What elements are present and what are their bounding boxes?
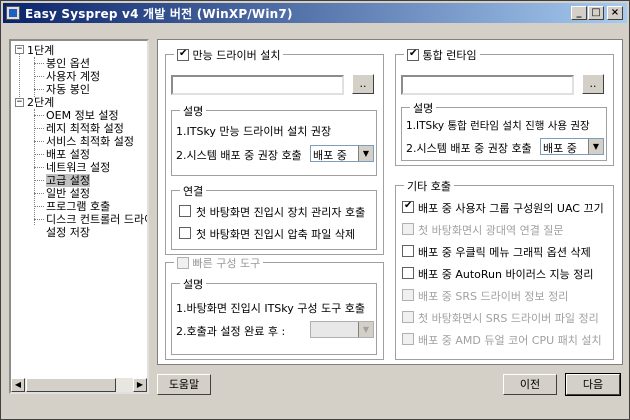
- maximize-button[interactable]: □: [588, 6, 604, 20]
- tree-item-registry-optimization[interactable]: 레지 최적화 설정: [46, 122, 124, 135]
- tree-item-auto-seal[interactable]: 자동 봉인: [46, 83, 90, 96]
- driver-path-input[interactable]: [171, 75, 344, 95]
- driver-description-line2: 2.시스템 배포 중 권장 호출: [176, 149, 302, 162]
- runtime-description-line1: 1.ITSky 통합 런타임 설치 진행 사용 권장: [406, 120, 590, 132]
- other-calls-title: 기타 호출: [404, 178, 454, 194]
- tree-item-save-settings[interactable]: 설정 저장: [46, 226, 90, 239]
- driver-timing-select[interactable]: 배포 중 ▼: [310, 145, 374, 162]
- runtime-timing-select[interactable]: 배포 중 ▼: [540, 138, 604, 155]
- srs-file-cleanup-label: 첫 바탕화면시 SRS 드라이버 파일 정리: [418, 312, 599, 325]
- chevron-down-icon[interactable]: ▼: [358, 146, 373, 161]
- amd-patch-label: 배포 중 AMD 듀얼 코어 CPU 패치 설치: [418, 334, 602, 347]
- main-window: Easy Sysprep v4 개발 버전 (WinXP/Win7) _ □ ×…: [0, 0, 630, 420]
- broadband-prompt-label: 첫 바탕화면시 광대역 연결 질문: [418, 224, 564, 237]
- quick-description-title: 설명: [180, 276, 207, 292]
- minimize-button[interactable]: _: [571, 6, 587, 20]
- runtime-browse-button[interactable]: ..: [582, 74, 604, 94]
- collapse-stage2-icon[interactable]: −: [15, 98, 24, 107]
- runtime-description-group: 설명 1.ITSky 통합 런타임 설치 진행 사용 권장 2.시스템 배포 중…: [401, 100, 607, 161]
- driver-group: 만능 드라이버 설치 .. 설명 1.ITSky 만능 드라이버 설치 권장 2…: [165, 47, 384, 255]
- quick-description-line1: 1.바탕화면 진입시 ITSky 구성 도구 호출: [176, 302, 365, 315]
- chevron-down-icon[interactable]: ▼: [588, 139, 603, 154]
- help-button[interactable]: 도움말: [157, 374, 211, 395]
- title-bar: Easy Sysprep v4 개발 버전 (WinXP/Win7) _ □ ×: [3, 3, 627, 23]
- next-button[interactable]: 다음: [565, 373, 621, 396]
- tree-horizontal-scrollbar[interactable]: ◀ ▶: [11, 378, 147, 392]
- srs-info-cleanup-checkbox[interactable]: [402, 289, 414, 301]
- other-calls-group: 기타 호출 배포 중 사용자 그룹 구성원의 UAC 끄기 첫 바탕화면시 광대…: [395, 178, 614, 360]
- close-button[interactable]: ×: [607, 6, 623, 20]
- quick-description-line2: 2.호출과 설정 완료 후 :: [176, 325, 286, 338]
- window-title: Easy Sysprep v4 개발 버전 (WinXP/Win7): [25, 7, 293, 21]
- driver-browse-button[interactable]: ..: [352, 74, 374, 94]
- scroll-right-icon[interactable]: ▶: [133, 378, 147, 392]
- tree-item-stage1[interactable]: 1단계: [27, 44, 54, 57]
- autorun-cleanup-checkbox[interactable]: [402, 267, 414, 279]
- main-panel: 만능 드라이버 설치 .. 설명 1.ITSky 만능 드라이버 설치 권장 2…: [157, 39, 623, 365]
- navigation-tree[interactable]: − 1단계 봉인 옵션 사용자 계정 자동 봉인 − 2단계 OEM 정보 설정…: [9, 39, 149, 394]
- tree-item-sealing-options[interactable]: 봉인 옵션: [46, 57, 90, 70]
- quick-config-title: 빠른 구성 도구: [174, 255, 264, 271]
- runtime-description-line2: 2.시스템 배포 중 권장 호출: [406, 142, 532, 155]
- runtime-description-title: 설명: [410, 100, 437, 116]
- runtime-group-title: 통합 런타임: [404, 47, 480, 63]
- runtime-group: 통합 런타임 .. 설명 1.ITSky 통합 런타임 설치 진행 사용 권장 …: [395, 47, 614, 166]
- delete-archive-checkbox[interactable]: [179, 227, 191, 239]
- broadband-prompt-checkbox[interactable]: [402, 223, 414, 235]
- amd-patch-checkbox[interactable]: [402, 333, 414, 345]
- tree-item-service-optimization[interactable]: 서비스 최적화 설정: [46, 135, 134, 148]
- runtime-install-checkbox[interactable]: [407, 48, 419, 61]
- autorun-cleanup-label: 배포 중 AutoRun 바이러스 지능 정리: [418, 268, 594, 281]
- scroll-left-icon[interactable]: ◀: [11, 378, 25, 392]
- tree-item-user-account[interactable]: 사용자 계정: [46, 70, 100, 83]
- driver-group-title: 만능 드라이버 설치: [174, 47, 284, 63]
- disable-uac-label: 배포 중 사용자 그룹 구성원의 UAC 끄기: [418, 202, 604, 215]
- driver-link-title: 연결: [180, 183, 207, 199]
- tree-item-network-settings[interactable]: 네트워크 설정: [46, 161, 110, 174]
- prev-button[interactable]: 이전: [503, 374, 557, 395]
- tree-item-deploy-settings[interactable]: 배포 설정: [46, 148, 90, 161]
- delete-archive-label: 첫 바탕화면 진입시 압축 파일 삭제: [196, 228, 356, 241]
- tree-item-disk-controller-driver[interactable]: 디스크 컨트롤러 드라이버: [46, 213, 147, 226]
- device-manager-checkbox[interactable]: [179, 205, 191, 217]
- tree-item-general-settings[interactable]: 일반 설정: [46, 187, 90, 200]
- driver-install-checkbox[interactable]: [177, 48, 189, 61]
- driver-link-group: 연결 첫 바탕화면 진입시 장치 관리자 호출 첫 바탕화면 진입시 압축 파일…: [171, 183, 377, 250]
- tree-item-stage2[interactable]: 2단계: [27, 96, 54, 109]
- driver-description-title: 설명: [180, 103, 207, 119]
- tree-item-oem-info[interactable]: OEM 정보 설정: [46, 109, 119, 122]
- srs-file-cleanup-checkbox[interactable]: [402, 311, 414, 323]
- app-icon: [6, 6, 20, 20]
- context-menu-cleanup-label: 배포 중 우클릭 메뉴 그래픽 옵션 삭제: [418, 246, 591, 259]
- collapse-stage1-icon[interactable]: −: [15, 45, 24, 54]
- runtime-timing-value: 배포 중: [543, 142, 577, 155]
- driver-install-label: 만능 드라이버 설치: [192, 49, 281, 62]
- tree-item-advanced-settings[interactable]: 고급 설정: [46, 174, 90, 187]
- device-manager-label: 첫 바탕화면 진입시 장치 관리자 호출: [196, 206, 366, 219]
- quick-description-group: 설명 1.바탕화면 진입시 ITSky 구성 도구 호출 2.호출과 설정 완료…: [171, 276, 377, 355]
- disable-uac-checkbox[interactable]: [402, 200, 414, 213]
- runtime-path-input[interactable]: [401, 75, 574, 95]
- driver-description-group: 설명 1.ITSky 만능 드라이버 설치 권장 2.시스템 배포 중 권장 호…: [171, 103, 377, 176]
- tree-item-program-call[interactable]: 프로그램 호출: [46, 200, 110, 213]
- runtime-install-label: 통합 런타임: [422, 49, 477, 62]
- context-menu-cleanup-checkbox[interactable]: [402, 245, 414, 257]
- scroll-thumb[interactable]: [26, 378, 116, 392]
- quick-config-group: 빠른 구성 도구 설명 1.바탕화면 진입시 ITSky 구성 도구 호출 2.…: [165, 255, 384, 360]
- driver-timing-value: 배포 중: [313, 149, 347, 162]
- driver-description-line1: 1.ITSky 만능 드라이버 설치 권장: [176, 125, 332, 138]
- quick-config-checkbox[interactable]: [177, 257, 189, 269]
- srs-info-cleanup-label: 배포 중 SRS 드라이버 정보 정리: [418, 290, 569, 303]
- quick-config-label: 빠른 구성 도구: [192, 257, 261, 270]
- chevron-down-icon[interactable]: ▼: [358, 322, 373, 337]
- quick-timing-select[interactable]: ▼: [310, 321, 374, 338]
